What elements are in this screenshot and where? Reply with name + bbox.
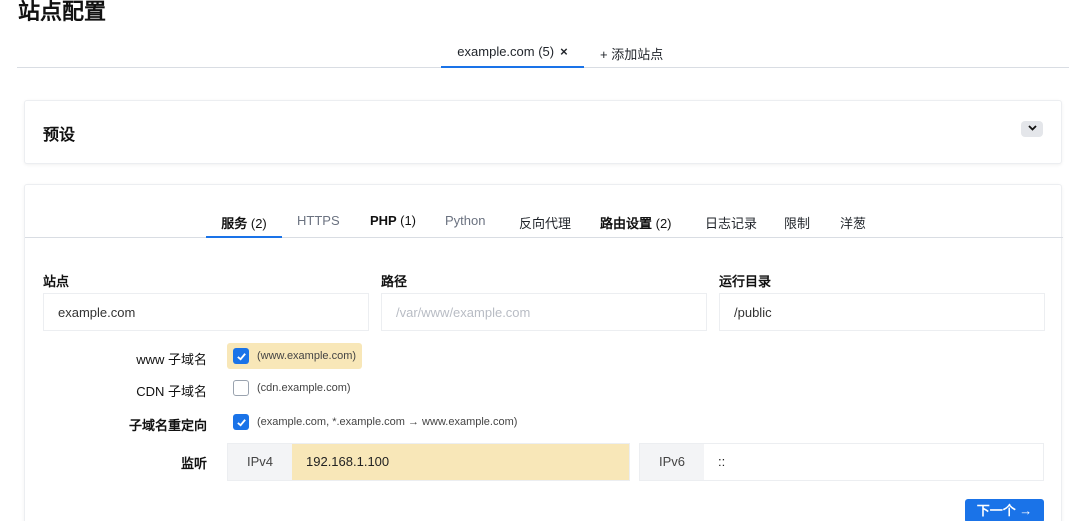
site-label: 站点	[43, 274, 70, 289]
tab-label: 服务	[221, 216, 251, 231]
tab-count: (2)	[655, 216, 672, 231]
checkbox-checked-icon[interactable]	[233, 348, 249, 364]
checkbox-checked-icon[interactable]	[233, 414, 249, 430]
tab-https[interactable]: HTTPS	[297, 213, 340, 238]
www-subdomain-text: (www.example.com)	[257, 350, 357, 362]
tab-label: 洋葱	[840, 216, 867, 231]
tab-example-com[interactable]: example.com (5) ×	[441, 44, 584, 68]
workdir-label: 运行目录	[719, 274, 772, 289]
page-title: 站点配置	[18, 0, 107, 24]
tab-count: (1)	[400, 213, 416, 228]
checkbox-unchecked-icon[interactable]	[233, 380, 249, 396]
tab-logging[interactable]: 日志记录	[705, 213, 757, 238]
tab-label: 反向代理	[519, 216, 572, 231]
ipv4-field[interactable]: IPv4 192.168.1.100	[227, 443, 630, 481]
preset-panel: 预设	[24, 100, 1062, 164]
site-input[interactable]	[43, 293, 369, 331]
listen-label: 监听	[180, 456, 207, 471]
www-subdomain-option[interactable]: (www.example.com)	[227, 343, 363, 369]
tab-onion[interactable]: 洋葱	[840, 213, 866, 238]
cdn-subdomain-text: (cdn.example.com)	[257, 382, 351, 394]
config-panel: 服务 (2) HTTPS PHP (1) Python 反向代理 路由设置 (2…	[24, 184, 1063, 521]
site-tabs: example.com (5) × + 添加站点	[17, 36, 1069, 68]
subdomain-redirect-label: 子域名重定向	[128, 418, 207, 433]
preset-title: 预设	[43, 127, 76, 144]
tab-count: (2)	[250, 216, 267, 231]
chevron-down-icon[interactable]	[1021, 121, 1043, 137]
cdn-subdomain-option[interactable]: (cdn.example.com)	[227, 375, 357, 401]
add-site-button[interactable]: + 添加站点	[600, 44, 663, 68]
path-label: 路径	[381, 274, 408, 289]
tab-services[interactable]: 服务 (2)	[206, 213, 282, 238]
close-icon[interactable]: ×	[560, 44, 568, 59]
ipv6-input[interactable]: ::	[704, 444, 1043, 480]
ipv4-input[interactable]: 192.168.1.100	[292, 444, 629, 480]
ipv6-tag: IPv6	[640, 444, 704, 480]
tab-php[interactable]: PHP (1)	[370, 213, 416, 238]
tab-label: PHP	[370, 213, 401, 228]
tab-label: 日志记录	[705, 216, 758, 231]
tab-label: example.com (5)	[457, 44, 555, 59]
tab-reverse-proxy[interactable]: 反向代理	[519, 213, 571, 238]
tab-label: 路由设置	[600, 216, 656, 231]
ipv6-field[interactable]: IPv6 ::	[639, 443, 1044, 481]
www-subdomain-label: www 子域名	[136, 352, 207, 367]
tab-routing[interactable]: 路由设置 (2)	[600, 213, 672, 238]
workdir-input[interactable]	[719, 293, 1045, 331]
tab-label: Python	[445, 213, 486, 228]
cdn-subdomain-label: CDN 子域名	[136, 384, 207, 399]
section-tabs: 服务 (2) HTTPS PHP (1) Python 反向代理 路由设置 (2…	[25, 205, 1063, 238]
subdomain-redirect-text: (example.com, *.example.com → www.exampl…	[257, 416, 518, 428]
tab-limits[interactable]: 限制	[784, 213, 810, 238]
subdomain-redirect-option[interactable]: (example.com, *.example.com → www.exampl…	[227, 409, 523, 435]
next-button[interactable]: 下一个 →	[965, 499, 1044, 521]
tab-python[interactable]: Python	[445, 213, 485, 238]
path-input[interactable]	[381, 293, 707, 331]
tab-label: HTTPS	[297, 213, 340, 228]
tab-label: 限制	[784, 216, 811, 231]
ipv4-tag: IPv4	[228, 444, 292, 480]
